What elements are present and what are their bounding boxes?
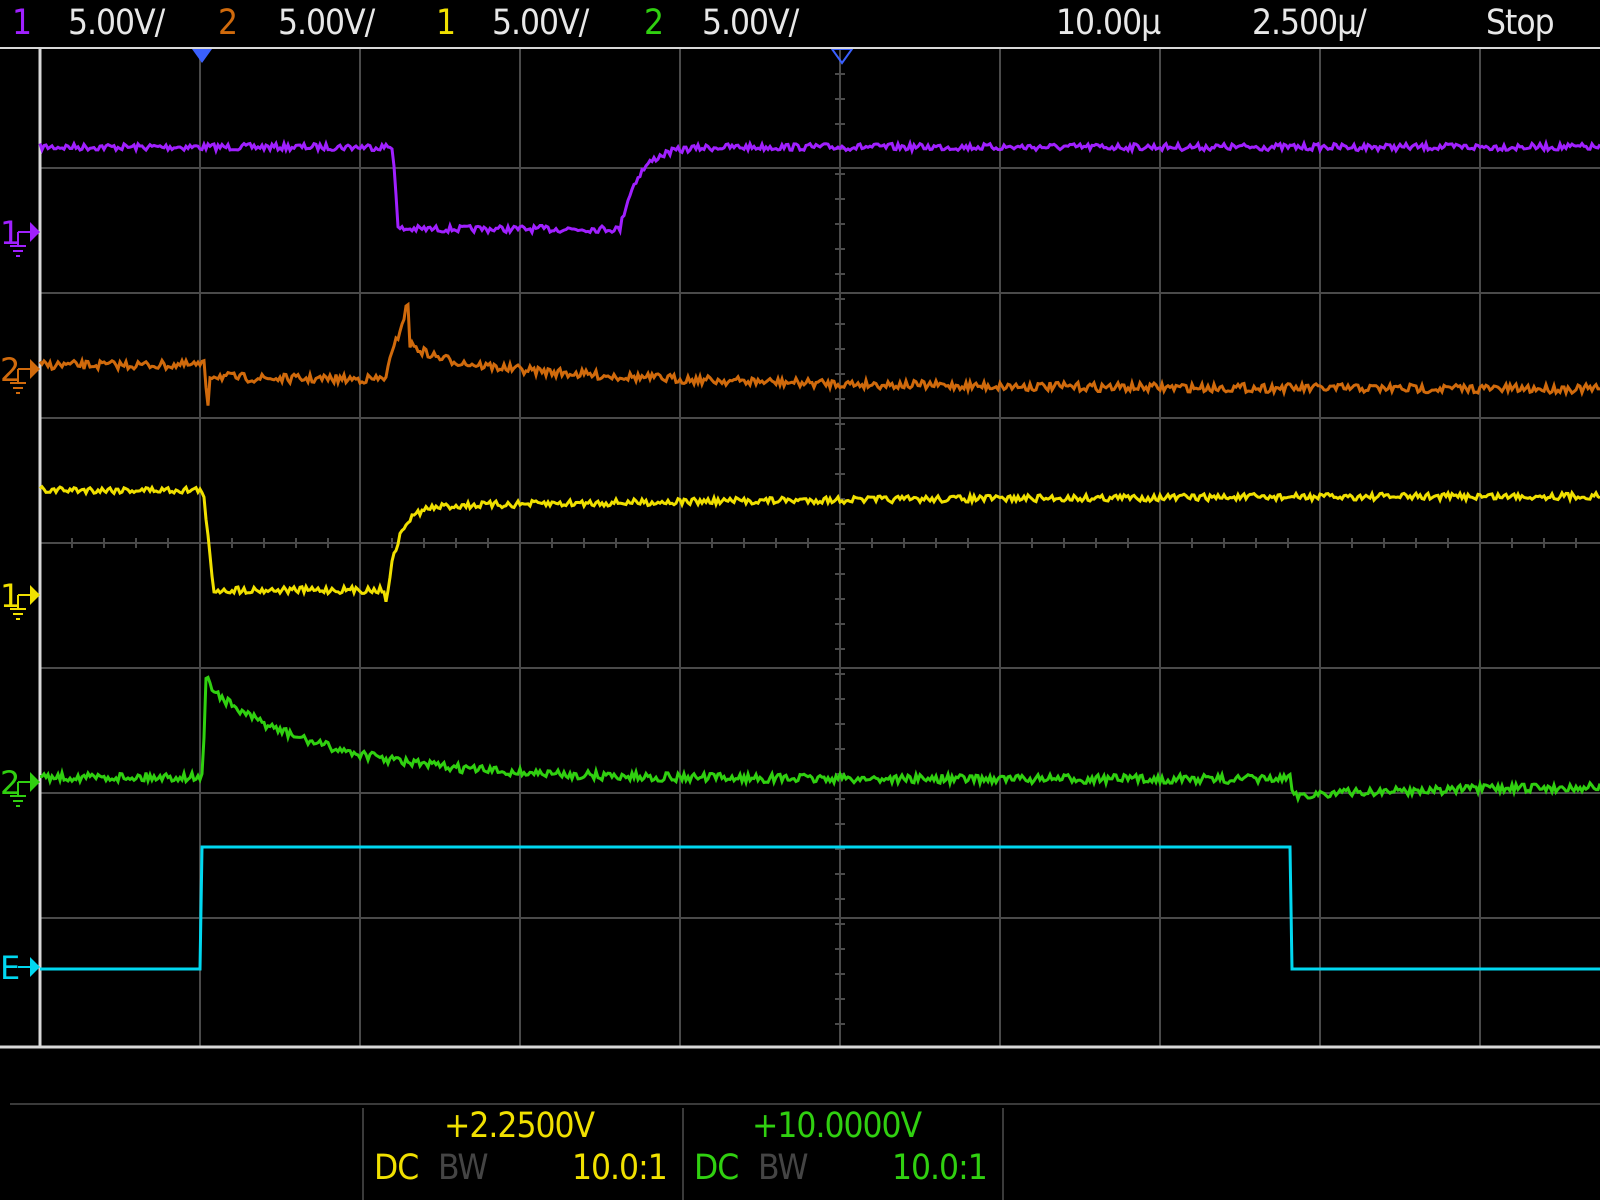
waveform-display[interactable]: 1 2 1 2 E [0,49,1600,1050]
traces [38,138,1600,971]
ch4-scale[interactable]: 5.00V/ [702,0,799,46]
ch2-scale[interactable]: 5.00V/ [278,0,375,46]
timebase[interactable]: 10.00µ [1056,0,1161,46]
panel-divider [10,1103,1600,1105]
ch3-trace [39,484,1600,602]
ch3-offset[interactable]: +2.2500V [444,1106,595,1146]
ch3-coupling[interactable]: DC [374,1148,419,1188]
ch1-ground-marker[interactable]: 1 [0,214,40,257]
ext-marker[interactable]: E [0,949,40,987]
status-bar: 1 5.00V/ 2 5.00V/ 1 5.00V/ 2 5.00V/ 10.0… [0,0,1600,46]
panel-separator [362,1108,364,1200]
graticule [0,49,1600,1049]
ext-trigger-trace [40,845,1600,971]
ch1-scale[interactable]: 5.00V/ [68,0,165,46]
ch4-ground-marker[interactable]: 2 [0,764,40,807]
ch1-number[interactable]: 1 [12,0,32,46]
ch3-probe-ratio[interactable]: 10.0:1 [572,1148,668,1188]
trigger-position-marker[interactable] [192,49,212,63]
ch2-trace [38,301,1600,406]
ch3-bw-limit[interactable]: BW [438,1148,488,1188]
ch4-bw-limit[interactable]: BW [758,1148,808,1188]
channel-info-panel: +2.2500V DC BW 10.0:1 +10.0000V DC BW 10… [0,1050,1600,1200]
ch4-coupling[interactable]: DC [694,1148,739,1188]
ch3-scale[interactable]: 5.00V/ [492,0,589,46]
run-stop-status[interactable]: Stop [1486,0,1555,46]
marker-label: E [0,949,20,987]
delay-reference-marker[interactable] [830,49,854,65]
ch4-number[interactable]: 2 [644,0,664,46]
panel-separator [1002,1108,1004,1200]
channel-markers: 1 2 1 2 E [0,214,40,987]
ch3-ground-marker[interactable]: 1 [0,577,40,620]
ch3-number[interactable]: 1 [436,0,456,46]
ch2-number[interactable]: 2 [218,0,238,46]
ch2-ground-marker[interactable]: 2 [0,351,40,394]
panel-separator [682,1108,684,1200]
ch4-trace [39,675,1600,804]
sample-rate[interactable]: 2.500µ/ [1252,0,1367,46]
ch1-trace [38,138,1600,237]
ch4-probe-ratio[interactable]: 10.0:1 [892,1148,988,1188]
ch4-offset[interactable]: +10.0000V [752,1106,922,1146]
